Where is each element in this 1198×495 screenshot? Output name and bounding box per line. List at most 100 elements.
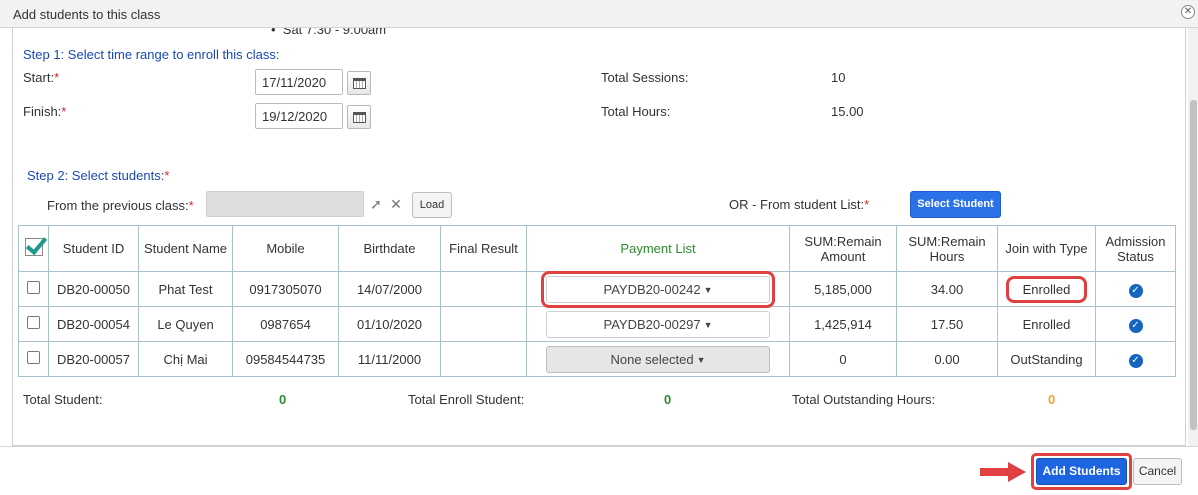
col-student-name: Student Name	[138, 225, 233, 272]
final-result-cell	[440, 271, 527, 307]
col-birthdate: Birthdate	[338, 225, 441, 272]
caret-down-icon: ▼	[703, 284, 713, 295]
col-payment-list: Payment List	[526, 225, 790, 272]
cursor-icon[interactable]: ➚	[368, 194, 384, 214]
dialog-titlebar: Add students to this class ✕	[0, 0, 1198, 28]
total-hours-label: Total Hours:	[601, 104, 671, 119]
clear-icon[interactable]: ✕	[388, 194, 404, 214]
final-result-cell	[440, 306, 527, 342]
payment-cell: PAYDB20-00297 ▼	[526, 306, 790, 342]
table-row: DB20-00057 Chị Mai 09584544735 11/11/200…	[18, 341, 1176, 377]
payment-cell: None selected ▼	[526, 341, 790, 377]
admission-status-cell: ✓	[1095, 306, 1176, 342]
cancel-button[interactable]: Cancel	[1133, 458, 1182, 485]
prev-class-label: From the previous class:*	[47, 198, 194, 213]
total-enroll-value: 0	[664, 392, 672, 407]
total-enroll-label: Total Enroll Student:	[408, 392, 525, 407]
table-header-row: Student ID Student Name Mobile Birthdate…	[18, 225, 1176, 272]
student-name-cell: Le Quyen	[138, 306, 233, 342]
finish-label: Finish:*	[23, 104, 66, 119]
students-table: Student ID Student Name Mobile Birthdate…	[18, 225, 1176, 377]
start-date-input[interactable]	[255, 69, 343, 95]
row-select-cell[interactable]	[18, 271, 49, 307]
or-student-list-text: OR - From student List:	[729, 197, 865, 212]
check-circle-icon: ✓	[1128, 283, 1143, 298]
finish-calendar-button[interactable]	[347, 105, 371, 129]
col-student-id: Student ID	[48, 225, 139, 272]
add-students-button[interactable]: Add Students	[1036, 458, 1127, 485]
prev-class-label-text: From the previous class:	[47, 198, 189, 213]
payment-value: PAYDB20-00242	[603, 281, 701, 297]
mobile-cell: 0987654	[232, 306, 339, 342]
remain-amount-cell: 1,425,914	[789, 306, 897, 342]
mobile-cell: 09584544735	[232, 341, 339, 377]
schedule-bullet: • Sat 7:30 - 9:00am	[271, 28, 386, 37]
payment-dropdown[interactable]: PAYDB20-00242 ▼	[541, 270, 775, 308]
total-student-label: Total Student:	[23, 392, 103, 407]
row-checkbox[interactable]	[27, 281, 40, 294]
join-type-cell: Enrolled	[997, 271, 1096, 307]
remain-hours-cell: 34.00	[896, 271, 998, 307]
col-join-type: Join with Type	[997, 225, 1096, 272]
remain-amount-cell: 5,185,000	[789, 271, 897, 307]
birthdate-cell: 14/07/2000	[338, 271, 441, 307]
birthdate-cell: 11/11/2000	[338, 341, 441, 377]
required-mark: *	[164, 168, 170, 183]
finish-date-input[interactable]	[255, 103, 343, 129]
required-mark: *	[61, 104, 67, 119]
footer-divider	[0, 446, 1198, 447]
step1-heading: Step 1: Select time range to enroll this…	[23, 47, 280, 62]
required-mark: *	[864, 197, 870, 212]
student-name-cell: Chị Mai	[138, 341, 233, 377]
arrow-right-icon	[980, 462, 1026, 482]
join-type-cell: OutStanding	[997, 341, 1096, 377]
step2-heading: Step 2: Select students:*	[27, 168, 169, 183]
check-circle-icon: ✓	[1128, 353, 1143, 368]
close-icon[interactable]: ✕	[1181, 5, 1195, 19]
start-label-text: Start:	[23, 70, 55, 85]
dialog-title: Add students to this class	[13, 7, 161, 22]
check-circle-icon: ✓	[1128, 318, 1143, 333]
payment-dropdown[interactable]: None selected ▼	[546, 345, 770, 373]
admission-status-cell: ✓	[1095, 271, 1176, 307]
load-button[interactable]: Load	[412, 192, 452, 218]
col-sum-remain-amount: SUM:Remain Amount	[789, 225, 897, 272]
row-select-cell[interactable]	[18, 306, 49, 342]
remain-amount-cell: 0	[789, 341, 897, 377]
student-id-cell: DB20-00050	[48, 271, 139, 307]
payment-value: PAYDB20-00297	[603, 316, 701, 332]
finish-label-text: Finish:	[23, 104, 62, 119]
total-sessions-label: Total Sessions:	[601, 70, 689, 85]
start-calendar-button[interactable]	[347, 71, 371, 95]
previous-class-select[interactable]	[206, 191, 364, 217]
final-result-cell	[440, 341, 527, 377]
select-all-checkbox[interactable]	[24, 238, 43, 256]
payment-dropdown[interactable]: PAYDB20-00297 ▼	[546, 310, 770, 338]
remain-hours-cell: 17.50	[896, 306, 998, 342]
total-hours-value: 15.00	[831, 104, 864, 119]
mobile-cell: 0917305070	[232, 271, 339, 307]
total-sessions-value: 10	[831, 70, 846, 85]
caret-down-icon: ▼	[696, 354, 706, 365]
row-checkbox[interactable]	[27, 351, 40, 364]
scrollbar-thumb[interactable]	[1190, 100, 1197, 430]
calendar-icon	[353, 78, 366, 89]
student-id-cell: DB20-00057	[48, 341, 139, 377]
total-outstanding-label: Total Outstanding Hours:	[792, 392, 936, 407]
col-mobile: Mobile	[232, 225, 339, 272]
student-name-cell: Phat Test	[138, 271, 233, 307]
select-student-button[interactable]: Select Student	[910, 191, 1001, 218]
join-type-label: Enrolled	[1005, 275, 1088, 303]
step2-heading-text: Step 2: Select students:	[27, 168, 165, 183]
col-sum-remain-hours: SUM:Remain Hours	[896, 225, 998, 272]
row-checkbox[interactable]	[27, 316, 40, 329]
required-mark: *	[188, 198, 194, 213]
select-all-cell[interactable]	[18, 225, 49, 272]
birthdate-cell: 01/10/2020	[338, 306, 441, 342]
remain-hours-cell: 0.00	[896, 341, 998, 377]
total-outstanding-value: 0	[1048, 392, 1056, 407]
row-select-cell[interactable]	[18, 341, 49, 377]
col-final-result: Final Result	[440, 225, 527, 272]
payment-cell: PAYDB20-00242 ▼	[526, 270, 790, 308]
schedule-bullet-text: Sat 7:30 - 9:00am	[282, 28, 387, 37]
